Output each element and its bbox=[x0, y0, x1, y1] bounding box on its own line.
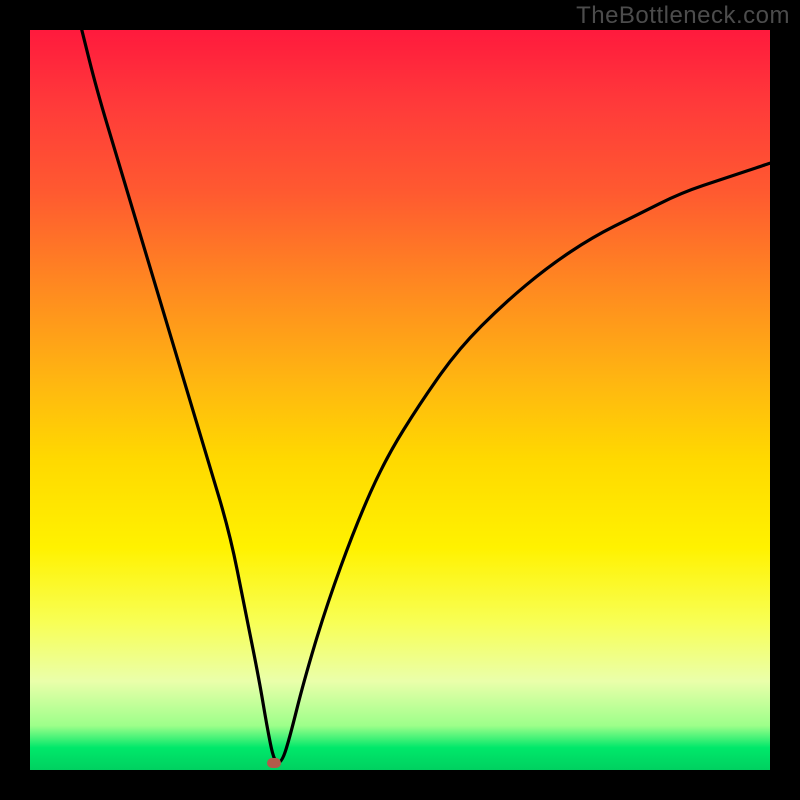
bottleneck-curve bbox=[30, 30, 770, 770]
trough-marker bbox=[267, 758, 281, 768]
watermark-text: TheBottleneck.com bbox=[576, 2, 790, 30]
plot-area bbox=[30, 30, 770, 770]
chart-frame: TheBottleneck.com bbox=[0, 0, 800, 800]
